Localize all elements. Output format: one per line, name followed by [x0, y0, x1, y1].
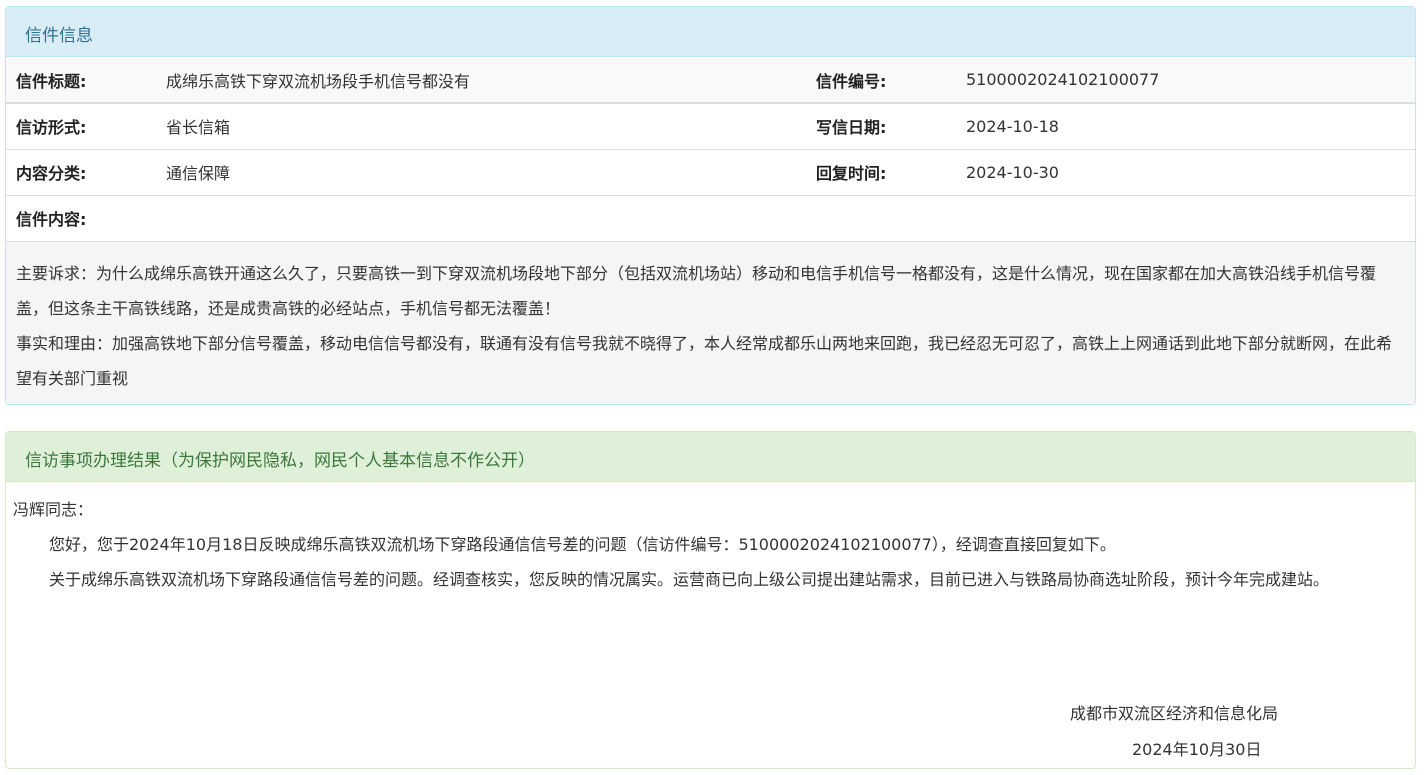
letter-info-panel: 信件信息 信件标题: 成绵乐高铁下穿双流机场段手机信号都没有 信件编号: 510…	[5, 6, 1416, 405]
letter-content: 主要诉求：为什么成绵乐高铁开通这么久了，只要高铁一到下穿双流机场段地下部分（包括…	[6, 241, 1415, 403]
reply-paragraph: 您好，您于2024年10月18日反映成绵乐高铁双流机场下穿路段通信信号差的问题（…	[49, 535, 1116, 554]
reply-body: 冯辉同志： 您好，您于2024年10月18日反映成绵乐高铁双流机场下穿路段通信信…	[6, 482, 1415, 597]
letter-form-label: 信访形式:	[6, 102, 156, 149]
result-panel: 信访事项办理结果（为保护网民隐私，网民个人基本信息不作公开） 冯辉同志： 您好，…	[5, 431, 1416, 769]
signature-org: 成都市双流区经济和信息化局	[1070, 704, 1279, 723]
letter-title-value: 成绵乐高铁下穿双流机场段手机信号都没有	[156, 57, 806, 103]
letter-content-reason: 事实和理由：加强高铁地下部分信号覆盖，移动电信信号都没有，联通有没有信号我就不晓…	[16, 334, 1393, 388]
reply-paragraph: 关于成绵乐高铁双流机场下穿路段通信信号差的问题。经调查核实，您反映的情况属实。运…	[49, 570, 1330, 589]
table-row: 信件内容:	[6, 194, 1415, 241]
letter-number-value: 5100002024102100077	[956, 57, 1415, 103]
letter-content-label: 信件内容:	[6, 194, 1415, 241]
letter-info-heading: 信件信息	[6, 7, 1415, 57]
reply-time-label: 回复时间:	[806, 148, 956, 195]
table-row: 内容分类: 通信保障 回复时间: 2024-10-30	[6, 148, 1415, 195]
reply-time-value: 2024-10-30	[956, 148, 1415, 195]
signature-date: 2024年10月30日	[1132, 740, 1262, 759]
result-heading: 信访事项办理结果（为保护网民隐私，网民个人基本信息不作公开）	[6, 432, 1415, 482]
category-label: 内容分类:	[6, 148, 156, 195]
reply-signature: 成都市双流区经济和信息化局 2024年10月30日	[1070, 696, 1278, 768]
letter-number-label: 信件编号:	[806, 57, 956, 103]
letter-title-label: 信件标题:	[6, 57, 156, 103]
write-date-label: 写信日期:	[806, 102, 956, 149]
reply-salutation: 冯辉同志：	[13, 500, 94, 519]
table-row: 信件标题: 成绵乐高铁下穿双流机场段手机信号都没有 信件编号: 51000020…	[6, 57, 1415, 103]
table-row: 信访形式: 省长信箱 写信日期: 2024-10-18	[6, 102, 1415, 149]
letter-form-value: 省长信箱	[156, 102, 806, 149]
letter-content-demand: 主要诉求：为什么成绵乐高铁开通这么久了，只要高铁一到下穿双流机场段地下部分（包括…	[16, 264, 1377, 318]
category-value: 通信保障	[156, 148, 806, 195]
write-date-value: 2024-10-18	[956, 102, 1415, 149]
letter-info-table: 信件标题: 成绵乐高铁下穿双流机场段手机信号都没有 信件编号: 51000020…	[6, 57, 1415, 241]
